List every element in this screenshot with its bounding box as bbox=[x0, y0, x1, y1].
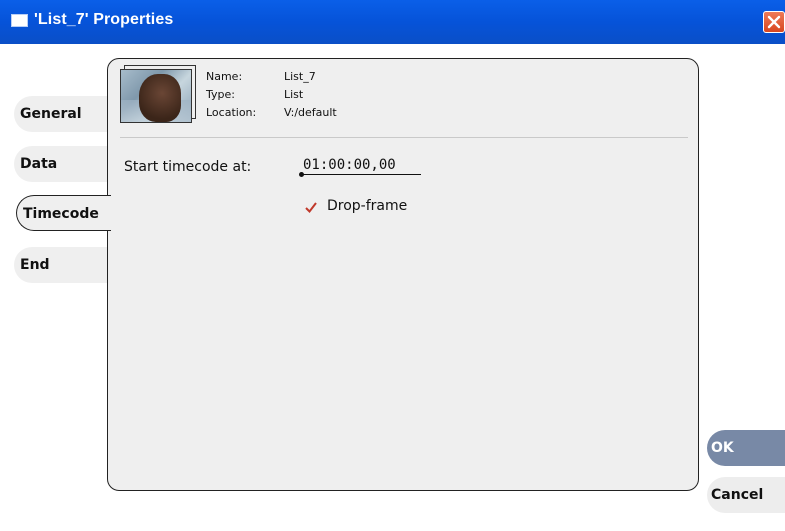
timecode-cursor bbox=[299, 172, 304, 177]
name-label: Name: bbox=[206, 70, 243, 83]
check-icon[interactable] bbox=[304, 200, 318, 214]
name-value: List_7 bbox=[284, 70, 316, 83]
tab-end[interactable]: End bbox=[14, 247, 110, 283]
timecode-panel: Name: List_7 Type: List Location: V:/def… bbox=[107, 58, 699, 491]
location-label: Location: bbox=[206, 106, 257, 119]
window-icon bbox=[11, 14, 28, 27]
drop-frame-checkbox-label[interactable]: Drop-frame bbox=[327, 198, 407, 214]
tab-data[interactable]: Data bbox=[14, 146, 110, 182]
type-value: List bbox=[284, 88, 304, 101]
location-value: V:/default bbox=[284, 106, 337, 119]
start-timecode-label: Start timecode at: bbox=[124, 159, 252, 175]
ok-button[interactable]: OK bbox=[707, 430, 785, 466]
close-icon bbox=[767, 15, 781, 29]
start-timecode-field[interactable]: 01:00:00,00 bbox=[303, 157, 396, 173]
divider bbox=[120, 137, 688, 138]
window-title: 'List_7' Properties bbox=[34, 11, 174, 28]
cancel-button[interactable]: Cancel bbox=[707, 477, 785, 513]
title-bar[interactable]: 'List_7' Properties bbox=[0, 0, 785, 44]
timecode-underline bbox=[300, 174, 421, 175]
tab-timecode[interactable]: Timecode bbox=[16, 195, 111, 231]
tab-general[interactable]: General bbox=[14, 96, 110, 132]
close-button[interactable] bbox=[763, 11, 785, 33]
type-label: Type: bbox=[206, 88, 235, 101]
clip-thumbnail bbox=[120, 69, 192, 123]
